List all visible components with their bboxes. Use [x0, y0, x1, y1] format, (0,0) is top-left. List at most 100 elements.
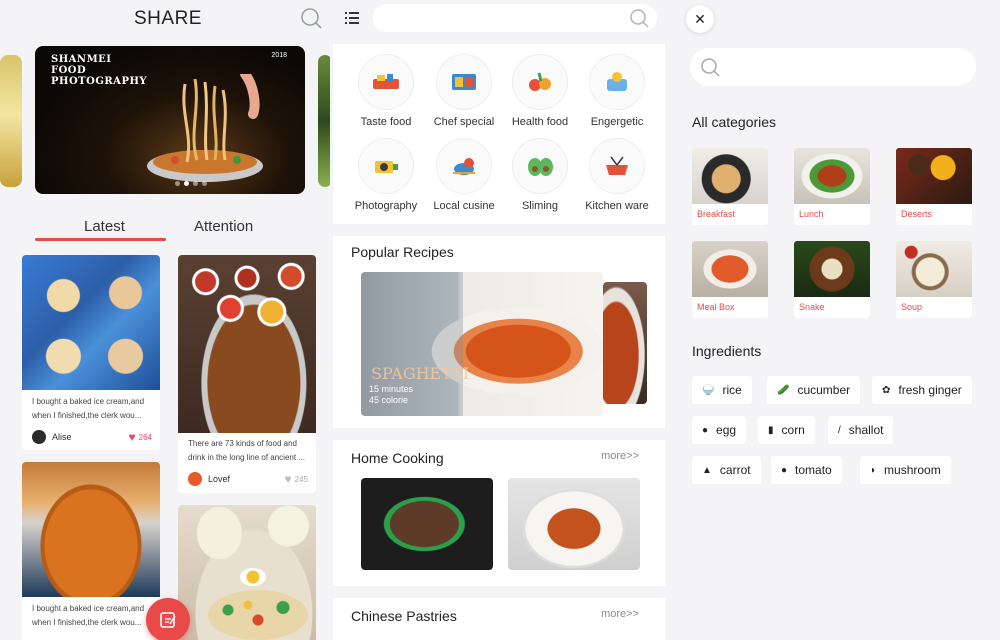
category-image: [692, 148, 768, 204]
post-image: [178, 255, 316, 433]
avocado-icon: [512, 138, 568, 194]
post-image: [22, 255, 160, 390]
category-kitchen-ware[interactable]: Kitchen ware: [577, 138, 657, 212]
edit-icon: [160, 612, 176, 628]
ingredient-chip-carrot[interactable]: ▲ carrot: [692, 456, 761, 484]
carousel-dots[interactable]: [175, 181, 207, 186]
close-button[interactable]: ✕: [686, 5, 714, 33]
banner-next-slide[interactable]: [318, 55, 330, 187]
recipe-name: SPAGHETTI: [371, 364, 470, 383]
ingredient-chip-rice[interactable]: 🍚 rice: [692, 376, 752, 404]
category-card-meal-box[interactable]: Meal Box: [692, 241, 768, 318]
post-card[interactable]: I bought a baked ice cream,and when I fi…: [22, 255, 160, 450]
bird-icon: [436, 138, 492, 194]
category-photography[interactable]: Photography: [346, 138, 426, 212]
shallot-icon: /: [838, 424, 841, 436]
banner-prev-slide[interactable]: [0, 55, 22, 187]
close-icon: ✕: [694, 10, 706, 27]
like-count[interactable]: ♥ 245: [285, 473, 308, 485]
recipe-thumbnail[interactable]: [508, 478, 640, 570]
category-taste-food[interactable]: Taste food: [346, 54, 426, 128]
post-author[interactable]: Lovef: [188, 472, 230, 486]
category-card-lunch[interactable]: Lunch: [794, 148, 870, 225]
post-image: [22, 462, 160, 597]
egg-icon: ●: [702, 424, 709, 436]
vegetable-icon: [512, 54, 568, 110]
category-image: [896, 148, 972, 204]
banner-title: SHANMEI FOOD PHOTOGRAPHY: [51, 54, 148, 87]
next-recipe-card[interactable]: [603, 282, 647, 404]
rice-icon: 🍚: [702, 384, 715, 396]
food-icon: [358, 54, 414, 110]
create-post-button[interactable]: [146, 598, 190, 640]
noodles-image: [147, 74, 263, 182]
menu-icon[interactable]: [345, 12, 359, 24]
section-title: Home Cooking: [351, 450, 444, 466]
search-icon[interactable]: [629, 8, 649, 28]
heart-icon: ♥: [284, 472, 292, 486]
category-grid: Taste food Chef special Health food Enge…: [333, 44, 665, 224]
category-chef-special[interactable]: Chef special: [424, 54, 504, 128]
section-title: Chinese Pastries: [351, 608, 457, 624]
author-name: Alise: [52, 432, 72, 442]
home-cooking-section: Home Cooking more>>: [333, 440, 665, 586]
post-card[interactable]: There are 73 kinds of food and drink in …: [178, 255, 316, 493]
heart-icon: ♥: [128, 430, 136, 444]
popular-recipe-card[interactable]: SPAGHETTI 15 minutes 45 colorie: [361, 272, 603, 416]
ingredient-chip-tomato[interactable]: ● tomato: [771, 456, 842, 484]
tab-attention[interactable]: Attention: [194, 218, 253, 235]
category-card-snake[interactable]: Snake: [794, 241, 870, 318]
share-panel: SHARE SHANMEI FOOD PHOTOGRAPHY 2018 Late…: [0, 0, 330, 640]
cucumber-icon: 🥒: [777, 384, 790, 396]
category-card-breakfast[interactable]: Breakfast: [692, 148, 768, 225]
pot-icon: [589, 138, 645, 194]
ingredient-chip-mushroom[interactable]: ◗ mushroom: [860, 456, 951, 484]
search-icon[interactable]: [300, 7, 322, 29]
like-count[interactable]: ♥ 264: [129, 431, 152, 443]
author-name: Lovef: [208, 474, 231, 484]
post-image: [178, 505, 316, 640]
category-panel: ✕ All categories Breakfast Lunch Deserts…: [670, 0, 1000, 640]
category-image: [794, 241, 870, 297]
avatar: [32, 430, 46, 444]
post-card[interactable]: [178, 505, 316, 640]
recipe-thumbnail[interactable]: [361, 478, 493, 570]
ginger-icon: ✿: [882, 384, 891, 396]
tab-latest[interactable]: Latest: [84, 218, 125, 235]
post-author[interactable]: Alise: [32, 430, 72, 444]
mushroom-icon: ◗: [870, 464, 877, 476]
category-sliming[interactable]: Sliming: [500, 138, 580, 212]
category-image: [896, 241, 972, 297]
chef-icon: [436, 54, 492, 110]
page-title: SHARE: [134, 8, 202, 29]
ingredient-chip-shallot[interactable]: / shallot: [828, 416, 894, 444]
ingredients-title: Ingredients: [692, 343, 762, 359]
post-card[interactable]: I bought a baked ice cream,and when I fi…: [22, 462, 160, 640]
category-card-deserts[interactable]: Deserts: [896, 148, 972, 225]
category-health-food[interactable]: Health food: [500, 54, 580, 128]
post-description: There are 73 kinds of food and drink in …: [188, 439, 305, 462]
category-engergetic[interactable]: Engergetic: [577, 54, 657, 128]
avatar: [188, 472, 202, 486]
tomato-icon: ●: [781, 464, 788, 476]
search-input[interactable]: [690, 48, 976, 86]
category-card-soup[interactable]: Soup: [896, 241, 972, 318]
ingredient-chip-egg[interactable]: ● egg: [692, 416, 747, 444]
energy-icon: [589, 54, 645, 110]
featured-banner[interactable]: SHANMEI FOOD PHOTOGRAPHY 2018: [35, 46, 305, 194]
post-description: I bought a baked ice cream,and when I fi…: [32, 397, 145, 420]
more-link[interactable]: more>>: [601, 608, 639, 620]
search-input[interactable]: [373, 4, 657, 32]
popular-recipes-section: Popular Recipes SPAGHETTI 15 minutes 45 …: [333, 236, 665, 428]
more-link[interactable]: more>>: [601, 450, 639, 462]
corn-icon: ▮: [768, 424, 774, 436]
recipe-meta: 15 minutes 45 colorie: [369, 384, 414, 405]
all-categories-title: All categories: [692, 114, 777, 130]
carrot-icon: ▲: [702, 464, 712, 476]
ingredient-chip-fresh-ginger[interactable]: ✿ fresh ginger: [872, 376, 972, 404]
ingredient-chip-corn[interactable]: ▮ corn: [758, 416, 815, 444]
ingredient-chip-cucumber[interactable]: 🥒 cucumber: [767, 376, 861, 404]
post-description: I bought a baked ice cream,and when I fi…: [32, 604, 145, 627]
active-tab-indicator: [35, 238, 166, 241]
category-local-cusine[interactable]: Local cusine: [424, 138, 504, 212]
